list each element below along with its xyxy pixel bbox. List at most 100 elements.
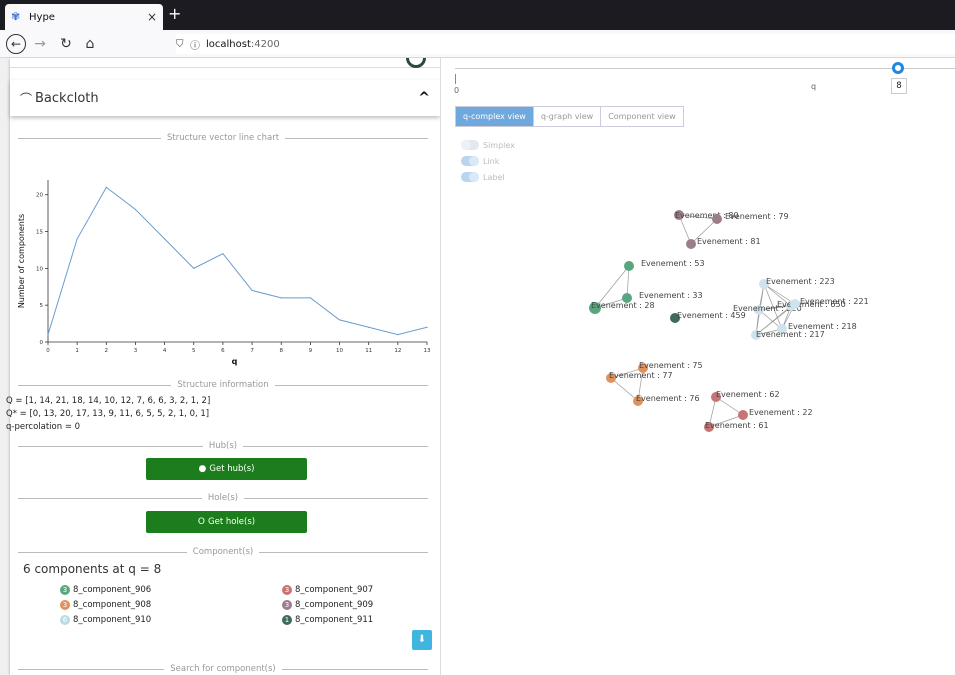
browser-tab-bar: ✾ Hype × + [0,0,955,30]
y-tick-label: 5 [40,303,44,309]
section-hubs: Hub(s) [18,441,428,451]
section-structure-chart: Structure vector line chart [18,133,429,143]
circle-icon: O [197,517,205,527]
tab-title: Hype [29,11,55,23]
section-label: Component(s) [192,547,254,557]
graph-node-label: Evenement : 79 [725,212,789,221]
component-label: 8_component_911 [295,615,374,625]
component-item[interactable]: 3 8_component_906 [60,585,151,595]
graph-edge [610,377,639,402]
data-point [251,289,253,292]
y-tick-label: 10 [36,266,43,272]
section-label: Structure information [177,380,269,390]
x-tick-label: 3 [134,348,138,354]
graph-node-label: Evenement : 61 [705,421,769,430]
x-tick-label: 6 [221,348,225,354]
x-axis-label: q [232,357,238,366]
x-tick-label: 9 [309,348,313,354]
data-point [105,186,107,188]
component-item[interactable]: 1 8_component_911 [282,615,373,625]
data-point [134,208,137,211]
section-holes: Hole(s) [18,493,428,503]
get-holes-button[interactable]: O Get hole(s) [146,511,307,533]
info-icon[interactable]: ⓘ [190,37,206,52]
section-label: Search for component(s) [170,664,276,674]
component-item[interactable]: 3 8_component_909 [282,600,373,610]
x-tick-label: 5 [192,348,196,354]
component-label: 8_component_909 [295,600,374,610]
new-tab-button[interactable]: + [168,5,181,23]
get-hubs-button[interactable]: ● Get hub(s) [146,458,307,480]
url-port: :4200 [250,38,280,50]
close-tab-icon[interactable]: × [147,10,157,24]
data-point [280,297,282,299]
graph-node-label: Evenement : 28 [591,301,655,310]
data-point [193,267,195,269]
graph-node[interactable] [686,239,696,249]
graph-nodes: Evenement : 80Evenement : 79Evenement : … [589,210,869,432]
component-label: 8_component_907 [295,585,374,595]
x-tick-label: 1 [75,348,79,354]
graph-node[interactable] [790,299,800,309]
dot-icon: ● [198,464,207,474]
y-tick-label: 0 [40,340,44,346]
backcloth-header[interactable]: ⌒ Backcloth ^ [10,80,440,116]
fab-icon[interactable] [406,58,426,68]
get-hubs-label: Get hub(s) [209,464,255,474]
right-panel: 0 q 8 q-complex view q-graph view Componen… [440,58,955,675]
backcloth-icon: ⌒ [20,91,33,106]
browser-tab[interactable]: ✾ Hype × [5,4,163,30]
chevron-up-icon[interactable]: ^ [418,90,430,106]
browser-nav-bar: ← → ↻ ⌂ ⛉ ⓘ localhost:4200 [0,30,955,58]
reload-icon[interactable]: ↻ [56,34,76,54]
x-tick-label: 8 [279,348,283,354]
x-tick-label: 12 [394,348,401,354]
backcloth-title: Backcloth [35,90,99,106]
section-label: Hole(s) [207,493,239,503]
component-count-badge: 3 [60,600,70,610]
q-complex-graph[interactable]: Evenement : 80Evenement : 79Evenement : … [441,58,955,675]
section-search: Search for component(s) [18,664,429,674]
data-point [222,253,224,255]
q-vector: Q = [1, 14, 21, 18, 14, 10, 12, 7, 6, 6,… [6,396,211,406]
graph-node[interactable] [738,410,748,420]
x-tick-label: 4 [163,348,167,354]
component-count-badge: 1 [282,615,292,625]
app-favicon-icon: ✾ [11,10,21,23]
previous-card-bottom [10,58,440,68]
q-percolation: q-percolation = 0 [6,422,81,432]
structure-line-chart: 051015200 1 2 3 4 5 6 7 8 9 10 11 12 13qNumber of com… [17,180,431,366]
url-bar[interactable]: ⛉ ⓘ localhost:4200 [176,34,955,54]
data-point [164,238,166,240]
graph-node-label: Evenement : 76 [636,394,700,403]
component-label: 8_component_908 [73,600,152,610]
x-tick-label: 0 [46,348,50,354]
graph-node[interactable] [624,261,634,271]
component-label: 8_component_910 [73,615,152,625]
graph-node-label: Evenement : 33 [639,291,703,300]
graph-node-label: Evenement : 75 [639,361,703,370]
component-item[interactable]: 6 8_component_910 [60,615,151,625]
data-point [47,334,49,336]
component-item[interactable]: 3 8_component_908 [60,600,151,610]
data-point [426,326,428,328]
data-point [368,326,370,328]
component-count-badge: 3 [282,585,292,595]
graph-node-label: Evenement : 221 [800,297,869,306]
forward-icon[interactable]: → [30,34,50,54]
shield-icon[interactable]: ⛉ [176,39,190,50]
graph-node-label: Evenement : 77 [609,371,673,380]
component-item[interactable]: 3 8_component_907 [282,585,373,595]
section-label: Hub(s) [208,441,238,451]
home-icon[interactable]: ⌂ [80,34,100,54]
url-host: localhost [206,38,251,50]
graph-node-label: Evenement : 223 [766,277,835,286]
x-tick-label: 7 [250,348,254,354]
x-tick-label: 2 [105,348,109,354]
graph-node-label: Evenement : 81 [697,237,761,246]
component-count-badge: 6 [60,615,70,625]
download-button[interactable]: ⬇ [412,630,432,650]
chart-axes: 051015200 1 2 3 4 5 6 7 8 9 10 11 12 13qNumber of com… [17,180,431,366]
graph-node[interactable] [712,214,722,224]
back-icon[interactable]: ← [6,34,26,54]
